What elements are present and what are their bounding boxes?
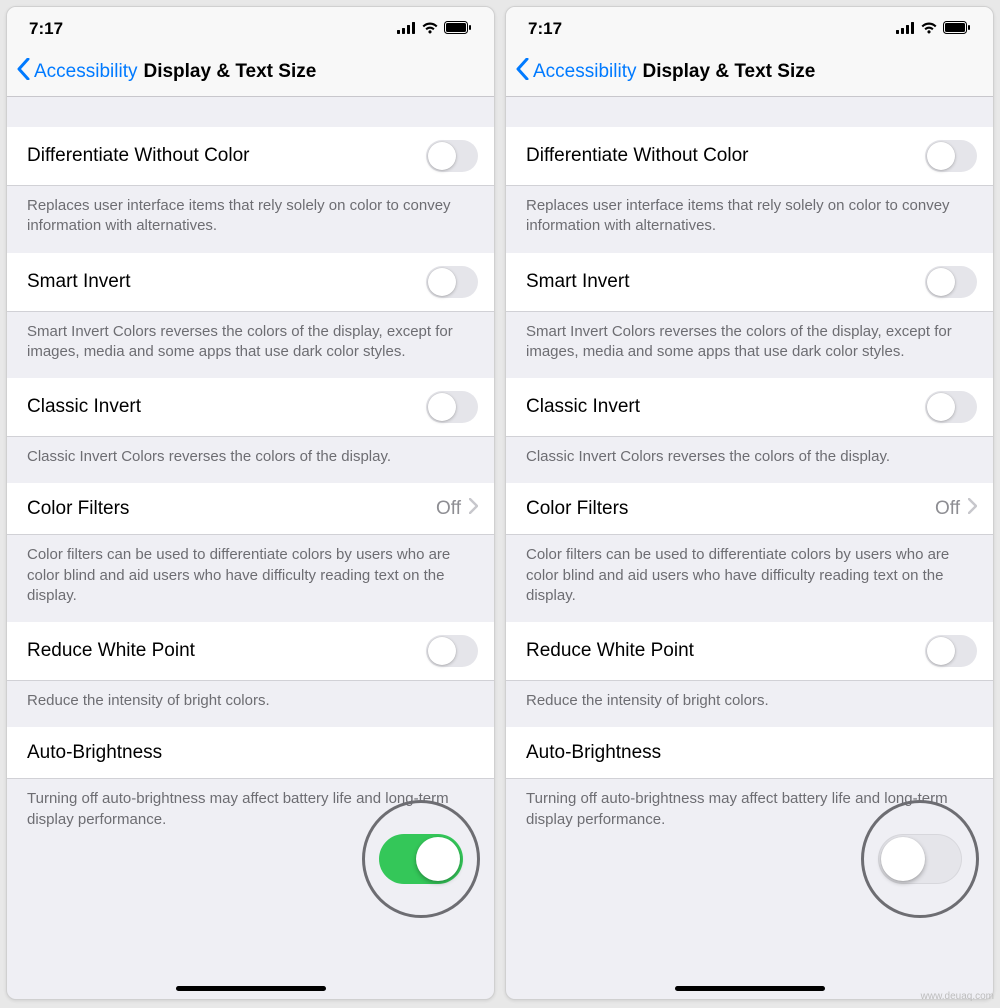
toggle-reduce-white-point[interactable]: [925, 635, 977, 667]
toggle-classic-invert[interactable]: [426, 391, 478, 423]
watermark: www.deuaq.com: [921, 991, 994, 1002]
toggle-reduce-white-point[interactable]: [426, 635, 478, 667]
row-footer: Smart Invert Colors reverses the colors …: [7, 312, 494, 379]
row-label: Differentiate Without Color: [526, 145, 925, 167]
row-footer: Color filters can be used to differentia…: [506, 535, 993, 622]
row-footer: Reduce the intensity of bright colors.: [7, 681, 494, 727]
row-smart-invert[interactable]: Smart Invert: [7, 253, 494, 312]
status-time: 7:17: [528, 19, 562, 39]
row-footer: Color filters can be used to differentia…: [7, 535, 494, 622]
nav-bar: Accessibility Display & Text Size: [506, 51, 993, 97]
row-label: Auto-Brightness: [526, 742, 977, 764]
back-label: Accessibility: [533, 61, 636, 83]
row-smart-invert[interactable]: Smart Invert: [506, 253, 993, 312]
toggle-differentiate[interactable]: [925, 140, 977, 172]
home-indicator[interactable]: [176, 986, 326, 991]
row-label: Smart Invert: [526, 271, 925, 293]
row-differentiate-without-color[interactable]: Differentiate Without Color: [506, 127, 993, 186]
row-label: Differentiate Without Color: [27, 145, 426, 167]
chevron-left-icon: [17, 58, 30, 86]
back-button[interactable]: Accessibility: [17, 58, 137, 86]
status-indicators: [397, 19, 472, 39]
row-label: Classic Invert: [526, 396, 925, 418]
battery-icon: [444, 19, 472, 39]
row-value: Off: [436, 498, 461, 520]
row-label: Classic Invert: [27, 396, 426, 418]
wifi-icon: [421, 19, 439, 39]
row-auto-brightness[interactable]: Auto-Brightness: [506, 727, 993, 779]
settings-list: Differentiate Without Color Replaces use…: [7, 97, 494, 846]
phone-screen-left: 7:17 Accessibility Display & Te: [6, 6, 495, 1000]
chevron-left-icon: [516, 58, 529, 86]
row-label: Reduce White Point: [526, 640, 925, 662]
row-footer: Classic Invert Colors reverses the color…: [7, 437, 494, 483]
nav-bar: Accessibility Display & Text Size: [7, 51, 494, 97]
row-label: Auto-Brightness: [27, 742, 478, 764]
back-button[interactable]: Accessibility: [516, 58, 636, 86]
status-bar: 7:17: [7, 7, 494, 51]
chevron-right-icon: [968, 498, 977, 520]
row-classic-invert[interactable]: Classic Invert: [7, 378, 494, 437]
row-label: Smart Invert: [27, 271, 426, 293]
toggle-smart-invert[interactable]: [925, 266, 977, 298]
wifi-icon: [920, 19, 938, 39]
settings-list: Differentiate Without Color Replaces use…: [506, 97, 993, 846]
row-label: Color Filters: [27, 498, 436, 520]
row-footer: Reduce the intensity of bright colors.: [506, 681, 993, 727]
toggle-auto-brightness[interactable]: [379, 834, 463, 884]
battery-icon: [943, 19, 971, 39]
row-footer: Replaces user interface items that rely …: [506, 186, 993, 253]
home-indicator[interactable]: [675, 986, 825, 991]
row-differentiate-without-color[interactable]: Differentiate Without Color: [7, 127, 494, 186]
row-reduce-white-point[interactable]: Reduce White Point: [7, 622, 494, 681]
row-value: Off: [935, 498, 960, 520]
row-color-filters[interactable]: Color Filters Off: [7, 483, 494, 535]
page-title: Display & Text Size: [642, 61, 815, 83]
screenshot-pair: 7:17 Accessibility Display & Te: [0, 0, 1000, 1006]
toggle-smart-invert[interactable]: [426, 266, 478, 298]
row-footer: Replaces user interface items that rely …: [7, 186, 494, 253]
page-title: Display & Text Size: [143, 61, 316, 83]
cellular-icon: [896, 19, 915, 39]
toggle-auto-brightness[interactable]: [878, 834, 962, 884]
back-label: Accessibility: [34, 61, 137, 83]
row-label: Reduce White Point: [27, 640, 426, 662]
toggle-classic-invert[interactable]: [925, 391, 977, 423]
phone-screen-right: 7:17 Accessibility Display & Te: [505, 6, 994, 1000]
row-footer: Smart Invert Colors reverses the colors …: [506, 312, 993, 379]
status-indicators: [896, 19, 971, 39]
toggle-differentiate[interactable]: [426, 140, 478, 172]
row-label: Color Filters: [526, 498, 935, 520]
status-bar: 7:17: [506, 7, 993, 51]
row-classic-invert[interactable]: Classic Invert: [506, 378, 993, 437]
row-auto-brightness[interactable]: Auto-Brightness: [7, 727, 494, 779]
row-footer: Classic Invert Colors reverses the color…: [506, 437, 993, 483]
row-color-filters[interactable]: Color Filters Off: [506, 483, 993, 535]
cellular-icon: [397, 19, 416, 39]
chevron-right-icon: [469, 498, 478, 520]
row-reduce-white-point[interactable]: Reduce White Point: [506, 622, 993, 681]
status-time: 7:17: [29, 19, 63, 39]
